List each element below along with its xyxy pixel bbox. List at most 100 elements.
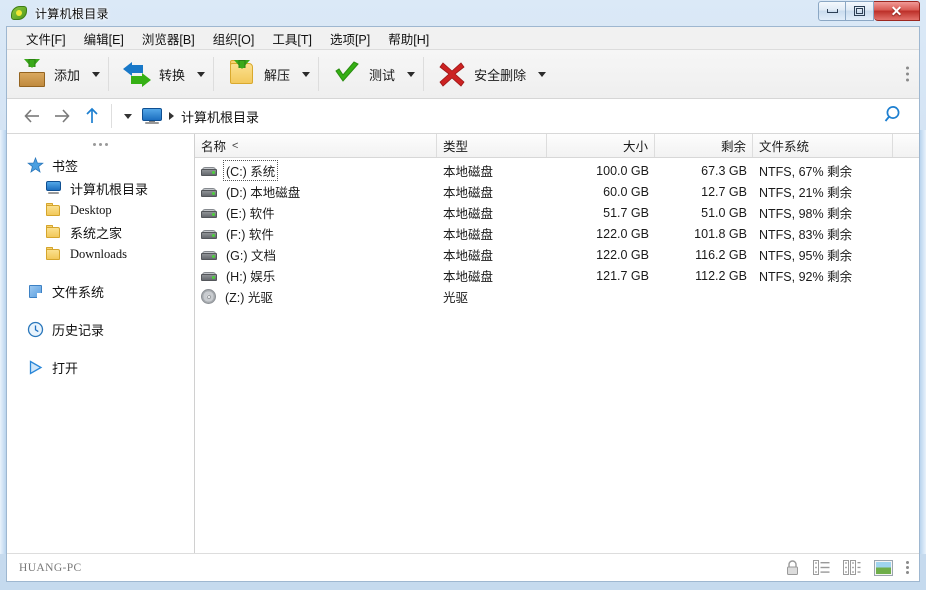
search-icon[interactable] [883, 104, 905, 129]
convert-dropdown-button[interactable] [192, 53, 210, 95]
status-bar: HUANG-PC [7, 553, 919, 581]
sidebar-item-open[interactable]: 打开 [7, 355, 194, 379]
file-free: 51.0 GB [701, 205, 747, 220]
thumbnail-preview [876, 561, 891, 574]
add-button[interactable]: 添加 [7, 53, 87, 95]
minimize-button[interactable] [818, 1, 846, 21]
close-button[interactable]: ✕ [874, 1, 920, 21]
sidebar-item-filesystem[interactable]: 文件系统 [7, 279, 194, 303]
column-header-size-label: 大小 [622, 140, 648, 154]
extract-button[interactable]: 解压 [217, 53, 297, 95]
table-row[interactable]: (F:) 软件 本地磁盘 122.0 GB 101.8 GB NTFS, 83%… [195, 223, 919, 244]
column-header-size[interactable]: 大小 [547, 134, 655, 157]
menu-edit[interactable]: 编辑[E] [75, 27, 133, 51]
file-size: 122.0 GB [596, 247, 649, 262]
chevron-down-icon [124, 113, 132, 119]
box-add-icon [17, 59, 47, 89]
sidebar-item-bookmarks[interactable]: 书签 [7, 153, 194, 177]
toolbar-overflow-icon[interactable] [906, 66, 909, 82]
star-icon [27, 156, 44, 174]
minimize-icon [826, 9, 838, 13]
detail-view-icon[interactable] [843, 560, 861, 575]
sidebar-item-downloads[interactable]: Downloads [7, 243, 194, 265]
sidebar-item-label: 文件系统 [52, 284, 105, 300]
sidebar-item-label: Downloads [70, 246, 127, 261]
menu-help[interactable]: 帮助[H] [379, 27, 438, 51]
menu-browser[interactable]: 浏览器[B] [133, 27, 204, 51]
chevron-right-icon[interactable] [169, 112, 174, 120]
toolbar-group-extract: 解压 [217, 53, 315, 95]
maximize-button[interactable] [846, 1, 874, 21]
close-icon: ✕ [890, 3, 903, 19]
address-separator [111, 104, 112, 128]
add-dropdown-button[interactable] [87, 53, 105, 95]
toolbar-group-test: 测试 [322, 53, 420, 95]
monitor-icon[interactable] [142, 108, 162, 124]
list-view-icon[interactable] [813, 560, 830, 575]
menu-file[interactable]: 文件[F] [17, 27, 75, 51]
table-row[interactable]: (D:) 本地磁盘 本地磁盘 60.0 GB 12.7 GB NTFS, 21%… [195, 181, 919, 202]
status-text: HUANG-PC [19, 561, 82, 574]
column-header-type[interactable]: 类型 [437, 134, 547, 157]
menu-organize[interactable]: 组织[O] [204, 27, 264, 51]
file-free: 112.2 GB [695, 268, 747, 283]
column-header-name[interactable]: 名称 < [195, 134, 437, 157]
maximize-icon [854, 6, 865, 16]
table-row[interactable]: (Z:) 光驱 光驱 [195, 286, 919, 307]
test-button-label: 测试 [369, 67, 396, 83]
breadcrumb[interactable]: 计算机根目录 [181, 107, 259, 126]
body-split: 书签 计算机根目录 Desktop 系统之家 Downloads 文件系统 历史… [7, 134, 919, 553]
up-button[interactable] [77, 101, 107, 131]
table-row[interactable]: (C:) 系统 本地磁盘 100.0 GB 67.3 GB NTFS, 67% … [195, 160, 919, 181]
table-row[interactable]: (H:) 娱乐 本地磁盘 121.7 GB 112.2 GB NTFS, 92%… [195, 265, 919, 286]
menu-bar: 文件[F] 编辑[E] 浏览器[B] 组织[O] 工具[T] 选项[P] 帮助[… [7, 27, 919, 50]
folder-icon [45, 246, 62, 263]
sidebar-item-desktop[interactable]: Desktop [7, 199, 194, 221]
clock-icon [27, 321, 44, 338]
add-button-label: 添加 [54, 67, 81, 83]
sidebar-item-history[interactable]: 历史记录 [7, 317, 194, 341]
extract-dropdown-button[interactable] [297, 53, 315, 95]
file-size: 122.0 GB [596, 226, 649, 241]
status-overflow-icon[interactable] [906, 561, 909, 574]
column-header-free[interactable]: 剩余 [655, 134, 753, 157]
file-filesystem: NTFS, 83% 剩余 [759, 228, 853, 242]
sidebar-item-xitongzhijia[interactable]: 系统之家 [7, 221, 194, 243]
history-dropdown-button[interactable] [118, 101, 138, 131]
red-x-icon [437, 59, 467, 89]
window-title: 计算机根目录 [35, 6, 109, 21]
toolbar-group-convert: 转换 [112, 53, 210, 95]
right-scrollbar[interactable] [920, 130, 926, 554]
column-header-filesystem[interactable]: 文件系统 [753, 134, 893, 157]
secure-delete-button[interactable]: 安全删除 [427, 53, 533, 95]
file-name: (E:) 软件 [226, 207, 275, 221]
test-button[interactable]: 测试 [322, 53, 402, 95]
column-header-row: 名称 < 类型 大小 剩余 文件系统 [195, 134, 919, 158]
sidebar: 书签 计算机根目录 Desktop 系统之家 Downloads 文件系统 历史… [7, 134, 195, 553]
window-controls: ✕ [818, 1, 920, 21]
file-type: 本地磁盘 [443, 228, 494, 242]
sidebar-overflow-icon[interactable] [7, 134, 194, 153]
lock-icon[interactable] [785, 559, 800, 576]
column-header-free-label: 剩余 [720, 140, 746, 154]
left-scrollbar[interactable] [0, 130, 6, 554]
green-check-icon [332, 59, 362, 89]
title-bar: 计算机根目录 ✕ [6, 0, 920, 26]
back-button[interactable] [17, 101, 47, 131]
test-dropdown-button[interactable] [402, 53, 420, 95]
file-rows: (C:) 系统 本地磁盘 100.0 GB 67.3 GB NTFS, 67% … [195, 158, 919, 553]
chevron-down-icon [302, 71, 311, 77]
sidebar-item-computer-root[interactable]: 计算机根目录 [7, 177, 194, 199]
table-row[interactable]: (G:) 文档 本地磁盘 122.0 GB 116.2 GB NTFS, 95%… [195, 244, 919, 265]
thumbnail-view-icon[interactable] [874, 559, 893, 576]
sidebar-item-label: Desktop [70, 202, 112, 217]
menu-tools[interactable]: 工具[T] [263, 27, 321, 51]
column-header-type-label: 类型 [443, 140, 469, 154]
secure-delete-dropdown-button[interactable] [533, 53, 551, 95]
table-row[interactable]: (E:) 软件 本地磁盘 51.7 GB 51.0 GB NTFS, 98% 剩… [195, 202, 919, 223]
convert-button[interactable]: 转换 [112, 53, 192, 95]
forward-button[interactable] [47, 101, 77, 131]
file-filesystem: NTFS, 67% 剩余 [759, 165, 853, 179]
file-list: 名称 < 类型 大小 剩余 文件系统 (C:) 系统 本地磁盘 100.0 GB… [195, 134, 919, 553]
menu-options[interactable]: 选项[P] [321, 27, 379, 51]
